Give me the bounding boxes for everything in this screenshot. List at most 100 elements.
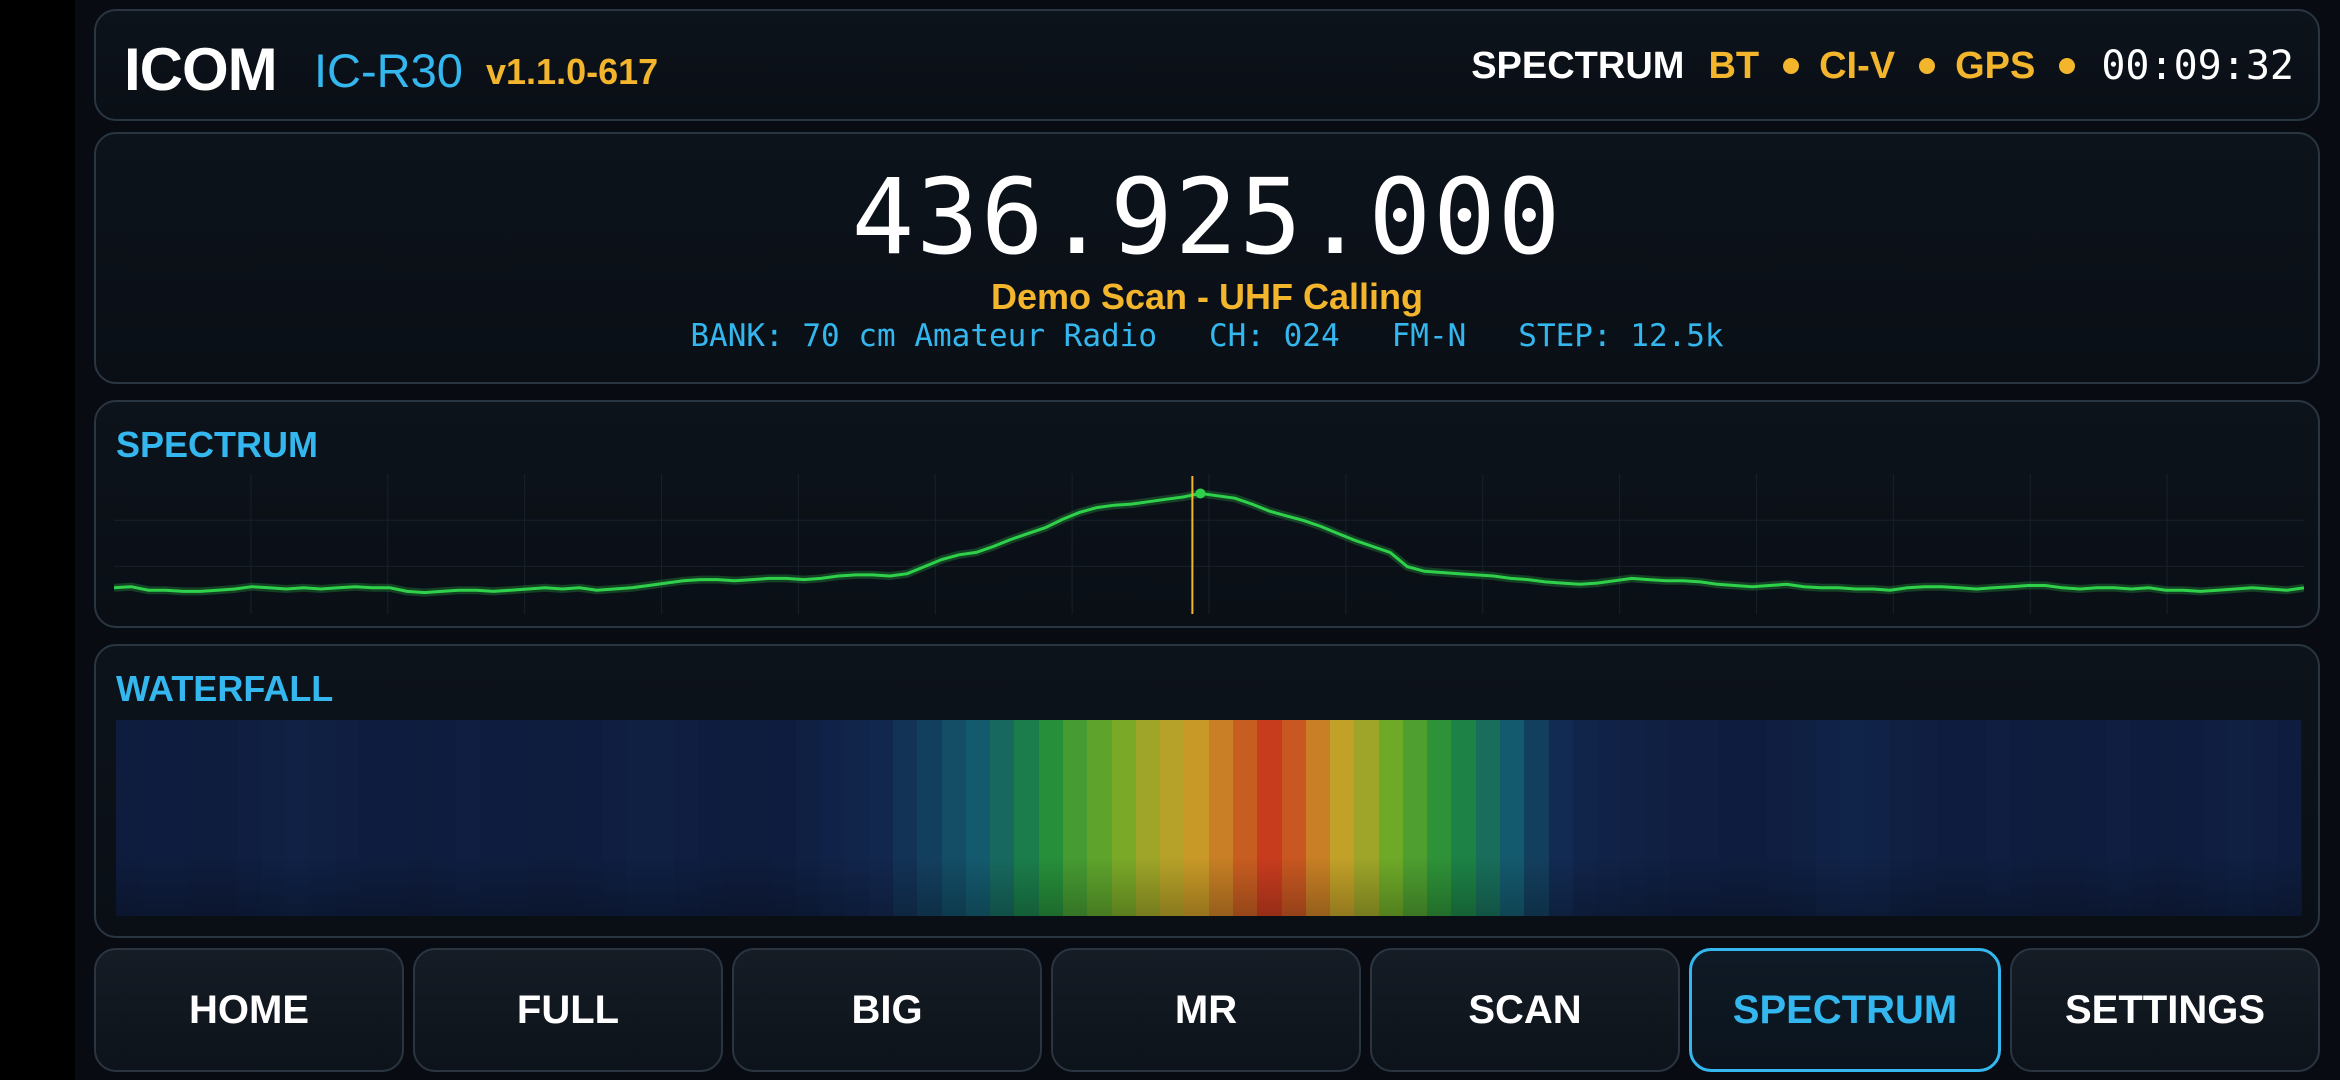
- waterfall-column: [528, 720, 554, 916]
- header-status-area: SPECTRUM BT CI-V GPS 00:09:32: [1471, 43, 2294, 89]
- waterfall-column: [553, 720, 578, 916]
- waterfall-column: [1912, 720, 1938, 916]
- waterfall-column: [1184, 720, 1209, 916]
- waterfall-column: [1815, 720, 1840, 916]
- waterfall-column: [116, 720, 141, 916]
- waterfall-column: [2155, 720, 2180, 916]
- waterfall-column: [1087, 720, 1112, 916]
- waterfall-column: [455, 720, 481, 916]
- status-bt: BT: [1708, 44, 1760, 87]
- waterfall-column: [965, 720, 991, 916]
- bt-status-dot-icon: [1783, 58, 1800, 74]
- gps-status-dot-icon: [2059, 58, 2076, 74]
- waterfall-column: [1937, 720, 1962, 916]
- nav-home-button[interactable]: HOME: [94, 948, 404, 1072]
- waterfall-column: [1888, 720, 1913, 916]
- nav-big-button[interactable]: BIG: [732, 948, 1042, 1072]
- waterfall-column: [2179, 720, 2205, 916]
- waterfall-column: [383, 720, 408, 916]
- waterfall-column: [1500, 720, 1525, 916]
- waterfall-column: [893, 720, 918, 916]
- waterfall-column: [1864, 720, 1889, 916]
- nav-settings-button[interactable]: SETTINGS: [2010, 948, 2320, 1072]
- nav-full-button[interactable]: FULL: [413, 948, 723, 1072]
- waterfall-column: [723, 720, 748, 916]
- model-name: IC-R30: [314, 44, 463, 97]
- waterfall-display[interactable]: [116, 720, 2302, 916]
- waterfall-column: [1572, 720, 1598, 916]
- waterfall-column: [601, 720, 626, 916]
- waterfall-column: [2252, 720, 2278, 916]
- waterfall-column: [844, 720, 869, 916]
- frequency-display: 436.925.000: [851, 156, 1563, 278]
- waterfall-column: [625, 720, 651, 916]
- channel-info-line: BANK: 70 cm Amateur Radio CH: 024 FM-N STEP…: [96, 318, 2318, 354]
- waterfall-column: [334, 720, 359, 916]
- waterfall-column: [504, 720, 529, 916]
- spectrum-plot[interactable]: [114, 474, 2304, 614]
- waterfall-column: [2277, 720, 2302, 916]
- waterfall-column: [2082, 720, 2108, 916]
- step-label: STEP: 12.5k: [1518, 318, 1724, 354]
- bank-label: BANK: 70 cm Amateur Radio: [690, 318, 1157, 354]
- waterfall-column: [1014, 720, 1039, 916]
- waterfall-column: [431, 720, 456, 916]
- waterfall-column: [1767, 720, 1792, 916]
- waterfall-column: [480, 720, 505, 916]
- waterfall-column: [820, 720, 845, 916]
- waterfall-column: [1548, 720, 1573, 916]
- waterfall-column: [577, 720, 602, 916]
- waterfall-column: [1111, 720, 1136, 916]
- waterfall-column: [1645, 720, 1670, 916]
- waterfall-column: [1135, 720, 1161, 916]
- waterfall-column: [1305, 720, 1331, 916]
- waterfall-column: [164, 720, 189, 916]
- waterfall-column: [1160, 720, 1185, 916]
- waterfall-column: [1402, 720, 1428, 916]
- waterfall-column: [1475, 720, 1501, 916]
- waterfall-column: [1257, 720, 1282, 916]
- waterfall-column: [1330, 720, 1355, 916]
- waterfall-column: [698, 720, 724, 916]
- waterfall-column: [1038, 720, 1063, 916]
- waterfall-column: [795, 720, 821, 916]
- nav-spectrum-button[interactable]: SPECTRUM: [1689, 948, 2001, 1072]
- civ-status-dot-icon: [1919, 58, 1936, 74]
- waterfall-column: [2131, 720, 2156, 916]
- waterfall-panel: WATERFALL: [94, 644, 2320, 938]
- waterfall-column: [941, 720, 966, 916]
- waterfall-column: [285, 720, 311, 916]
- waterfall-column: [990, 720, 1015, 916]
- modulation-label: FM-N: [1391, 318, 1467, 354]
- channel-number: CH: 024: [1208, 318, 1340, 354]
- version-label: v1.1.0-617: [486, 51, 659, 92]
- frequency-panel: 436.925.000 Demo Scan - UHF Calling BANK…: [94, 132, 2320, 384]
- waterfall-column: [1378, 720, 1403, 916]
- waterfall-column: [1281, 720, 1306, 916]
- waterfall-column: [2228, 720, 2253, 916]
- spectrum-panel: SPECTRUM: [94, 400, 2320, 628]
- waterfall-column: [1742, 720, 1768, 916]
- waterfall-column: [674, 720, 699, 916]
- waterfall-column: [2034, 720, 2059, 916]
- nav-scan-button[interactable]: SCAN: [1370, 948, 1680, 1072]
- header-bar: ICOM IC-R30 v1.1.0-617 SPECTRUM BT CI-V …: [94, 9, 2320, 121]
- waterfall-column: [2009, 720, 2035, 916]
- waterfall-column: [2204, 720, 2229, 916]
- waterfall-column: [1208, 720, 1233, 916]
- waterfall-column: [1791, 720, 1816, 916]
- waterfall-column: [1839, 720, 1865, 916]
- waterfall-column: [188, 720, 214, 916]
- waterfall-column: [1354, 720, 1379, 916]
- waterfall-column: [1232, 720, 1258, 916]
- waterfall-column: [1621, 720, 1646, 916]
- status-civ: CI-V: [1819, 44, 1896, 87]
- brand-logo: ICOM: [124, 36, 278, 103]
- peak-point: [1195, 488, 1206, 499]
- waterfall-column: [2058, 720, 2083, 916]
- waterfall-column: [868, 720, 893, 916]
- nav-mr-button[interactable]: MR: [1051, 948, 1361, 1072]
- waterfall-column: [771, 720, 796, 916]
- waterfall-column: [650, 720, 675, 916]
- waterfall-column: [747, 720, 772, 916]
